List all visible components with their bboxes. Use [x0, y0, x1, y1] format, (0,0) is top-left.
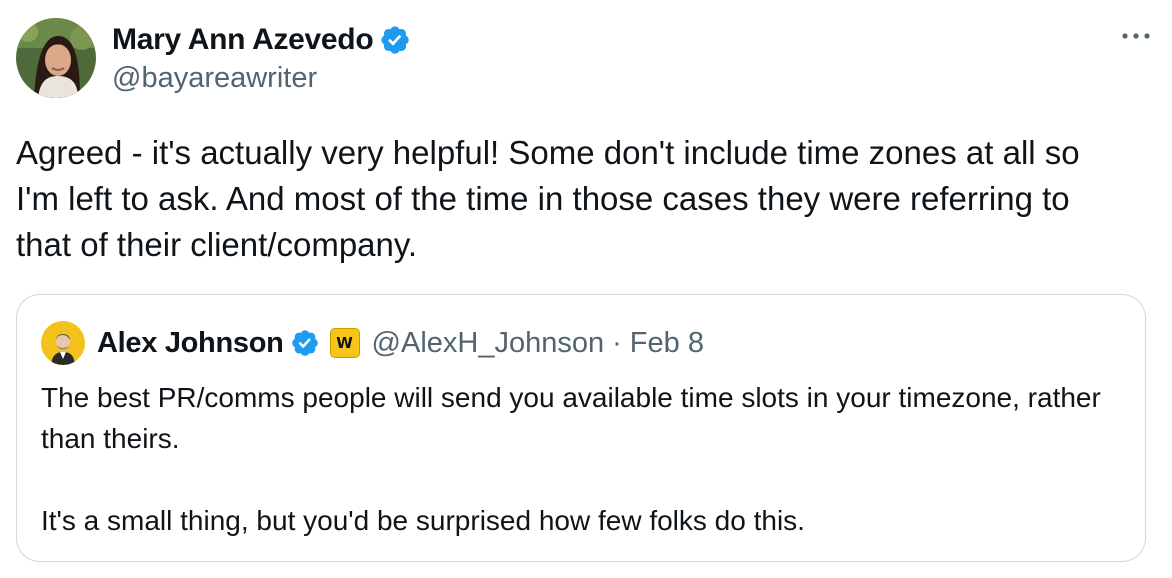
separator-dot: ·	[612, 326, 622, 359]
verified-badge-icon[interactable]	[379, 24, 411, 56]
quoted-author-handle[interactable]: @AlexH_Johnson	[372, 327, 605, 360]
affiliate-badge-icon[interactable]: W	[329, 328, 360, 358]
tweet-text: Agreed - it's actually very helpful! Som…	[16, 134, 1080, 263]
quoted-tweet-text: The best PR/comms people will send you a…	[41, 377, 1131, 541]
quoted-paragraph: It's a small thing, but you'd be surpris…	[41, 505, 805, 536]
quoted-author-row: Alex Johnson W @AlexH_Johnson · Feb 8	[97, 321, 704, 365]
quoted-paragraph: The best PR/comms people will send you a…	[41, 382, 1101, 454]
more-options-button[interactable]	[1118, 22, 1154, 50]
more-horizontal-icon	[1122, 33, 1150, 39]
quoted-author-display-name[interactable]: Alex Johnson	[97, 327, 284, 360]
verified-badge-icon[interactable]	[290, 328, 320, 358]
quoted-tweet-date[interactable]: Feb 8	[630, 327, 704, 360]
quoted-tweet[interactable]: Alex Johnson W @AlexH_Johnson · Feb 8 Th…	[16, 294, 1146, 562]
author-name-row: Mary Ann Azevedo	[112, 20, 411, 60]
author-display-name[interactable]: Mary Ann Azevedo	[112, 23, 374, 57]
profile-photo-icon	[16, 18, 96, 98]
author-avatar[interactable]	[16, 18, 96, 98]
author-handle[interactable]: @bayareawriter	[112, 62, 317, 95]
quoted-author-avatar[interactable]	[41, 321, 85, 365]
tweet-card: Mary Ann Azevedo @bayareawriter Agreed -…	[0, 0, 1172, 578]
profile-photo-icon	[41, 321, 85, 365]
